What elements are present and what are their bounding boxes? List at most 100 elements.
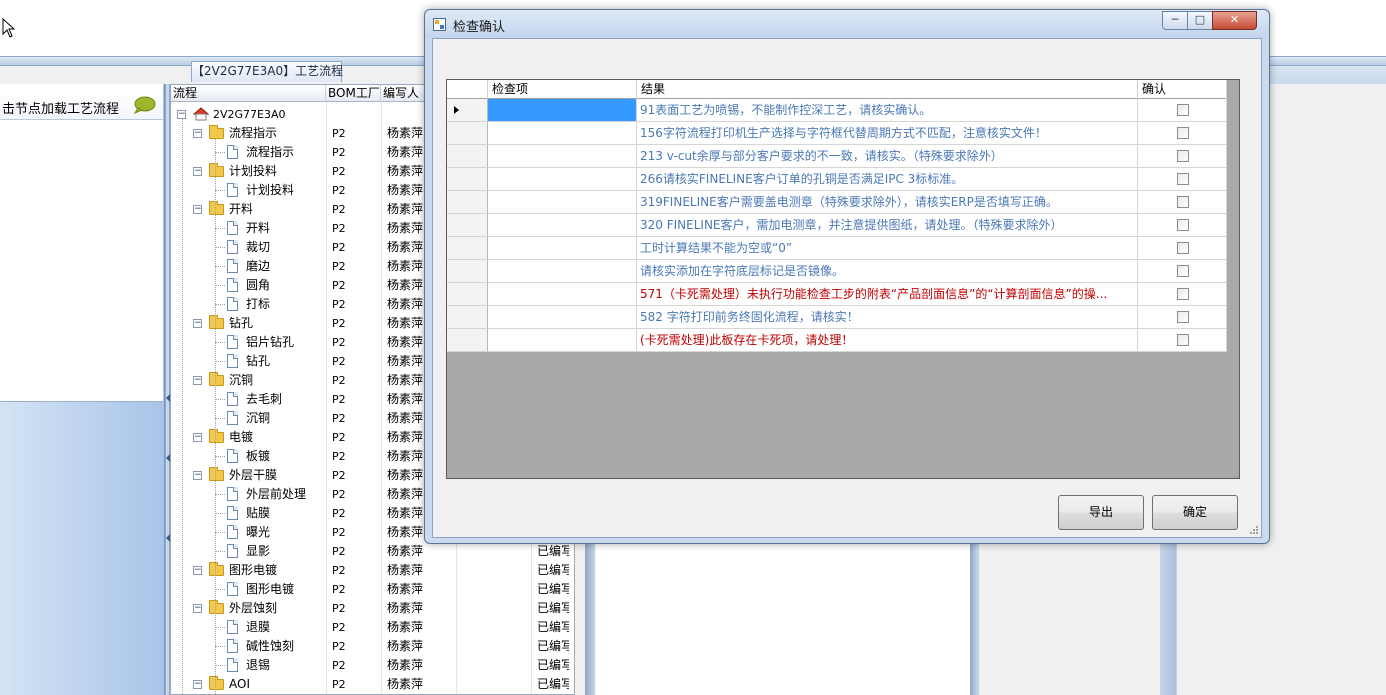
bom-factory-cell: P2 [332, 621, 346, 634]
tree-group-row[interactable]: − AOI P2 杨素萍 已编写 [171, 675, 574, 694]
check-item-cell[interactable] [488, 237, 637, 260]
check-row[interactable]: 319FINELINE客户需要盖电测章（特殊要求除外），请核实ERP是否填写正确… [447, 191, 1227, 214]
check-item-cell[interactable] [488, 329, 637, 352]
tree-step-row[interactable]: 碱性蚀刻 P2 杨素萍 已编写 [171, 637, 574, 656]
confirm-checkbox[interactable] [1177, 242, 1189, 254]
result-cell[interactable]: 213 v-cut余厚与部分客户要求的不一致，请核实。（特殊要求除外） [637, 145, 1138, 168]
check-item-cell[interactable] [488, 145, 637, 168]
resize-grip-icon[interactable] [1249, 525, 1259, 535]
check-item-cell[interactable] [488, 168, 637, 191]
result-cell[interactable]: 319FINELINE客户需要盖电测章（特殊要求除外），请核实ERP是否填写正确… [637, 191, 1138, 214]
result-cell[interactable]: 请核实添加在字符底层标记是否镜像。 [637, 260, 1138, 283]
result-cell[interactable]: 91表面工艺为喷锡，不能制作控深工艺，请核实确认。 [637, 99, 1138, 122]
check-row[interactable]: 213 v-cut余厚与部分客户要求的不一致，请核实。（特殊要求除外） [447, 145, 1227, 168]
check-results-grid[interactable]: 检查项 结果 确认 91表面工艺为喷锡，不能制作控深工艺，请核实确认。 156字符… [446, 79, 1240, 479]
check-row[interactable]: 266请核实FINELINE客户订单的孔铜是否满足IPC 3标标准。 [447, 168, 1227, 191]
collapse-icon[interactable]: − [193, 471, 202, 480]
check-row[interactable]: 571（卡死需处理）未执行功能检查工步的附表“产品剖面信息”的“计算剖面信息”的… [447, 283, 1227, 306]
row-header[interactable] [447, 283, 488, 306]
collapse-icon[interactable]: − [193, 433, 202, 442]
confirm-checkbox[interactable] [1177, 127, 1189, 139]
row-header[interactable] [447, 99, 488, 122]
bom-factory-cell: P2 [332, 279, 346, 292]
result-cell[interactable]: (卡死需处理)此板存在卡死项，请处理！ [637, 329, 1138, 352]
check-row[interactable]: 582 字符打印前务终固化流程，请核实！ [447, 306, 1227, 329]
column-header-bom-factory[interactable]: BOM工厂 [326, 85, 381, 102]
check-item-cell[interactable] [488, 191, 637, 214]
export-button[interactable]: 导出 [1058, 495, 1144, 530]
check-item-cell[interactable] [488, 306, 637, 329]
tree-node-label: 钻孔 [246, 354, 271, 368]
tree-group-row[interactable]: − 外层蚀刻 P2 杨素萍 已编写 [171, 599, 574, 618]
dialog-title-bar[interactable]: 检查确认 ─ □ ✕ [425, 10, 1269, 38]
tree-group-row[interactable]: − 图形电镀 P2 杨素萍 已编写 [171, 561, 574, 580]
confirm-cell [1138, 329, 1227, 352]
check-row[interactable]: (卡死需处理)此板存在卡死项，请处理！ [447, 329, 1227, 352]
confirm-checkbox[interactable] [1177, 311, 1189, 323]
tree-step-row[interactable]: 图形电镀 P2 杨素萍 已编写 [171, 580, 574, 599]
collapse-icon[interactable]: − [193, 129, 202, 138]
row-header[interactable] [447, 329, 488, 352]
tree-step-row[interactable]: 显影 P2 杨素萍 已编写 [171, 542, 574, 561]
row-header[interactable] [447, 306, 488, 329]
check-row[interactable]: 工时计算结果不能为空或“0” [447, 237, 1227, 260]
tree-step-row[interactable]: 退膜 P2 杨素萍 已编写 [171, 618, 574, 637]
ok-button[interactable]: 确定 [1152, 495, 1238, 530]
process-flow-tab[interactable]: 【2V2G77E3A0】工艺流程 [191, 61, 343, 82]
check-item-cell[interactable] [488, 122, 637, 145]
collapse-icon[interactable]: − [193, 167, 202, 176]
close-button[interactable]: ✕ [1212, 11, 1257, 30]
folder-icon [209, 201, 224, 215]
result-cell[interactable]: 582 字符打印前务终固化流程，请核实！ [637, 306, 1138, 329]
result-cell[interactable]: 266请核实FINELINE客户订单的孔铜是否满足IPC 3标标准。 [637, 168, 1138, 191]
current-row-arrow-icon [454, 106, 459, 114]
check-item-cell[interactable] [488, 99, 637, 122]
check-row[interactable]: 91表面工艺为喷锡，不能制作控深工艺，请核实确认。 [447, 99, 1227, 122]
confirm-checkbox[interactable] [1177, 173, 1189, 185]
result-cell[interactable]: 320 FINELINE客户，需加电测章，并注意提供图纸，请处理。（特殊要求除外… [637, 214, 1138, 237]
author-cell: 杨素萍 [387, 620, 424, 634]
column-header-confirm[interactable]: 确认 [1138, 80, 1227, 99]
confirm-checkbox[interactable] [1177, 288, 1189, 300]
confirm-checkbox[interactable] [1177, 104, 1189, 116]
maximize-button[interactable]: □ [1187, 11, 1213, 30]
confirm-checkbox[interactable] [1177, 334, 1189, 346]
minimize-button[interactable]: ─ [1162, 11, 1188, 30]
check-row[interactable]: 156字符流程打印机生产选择与字符框代替周期方式不匹配，注意核实文件！ [447, 122, 1227, 145]
row-header[interactable] [447, 214, 488, 237]
collapse-icon[interactable]: − [177, 110, 186, 119]
row-header[interactable] [447, 168, 488, 191]
result-cell[interactable]: 工时计算结果不能为空或“0” [637, 237, 1138, 260]
confirm-checkbox[interactable] [1177, 219, 1189, 231]
collapse-icon[interactable]: − [193, 680, 202, 689]
row-header[interactable] [447, 122, 488, 145]
column-header-flow[interactable]: 流程 [171, 85, 326, 102]
column-header-result[interactable]: 结果 [637, 80, 1138, 99]
confirm-checkbox[interactable] [1177, 196, 1189, 208]
check-row[interactable]: 320 FINELINE客户，需加电测章，并注意提供图纸，请处理。（特殊要求除外… [447, 214, 1227, 237]
check-item-cell[interactable] [488, 283, 637, 306]
result-cell[interactable]: 156字符流程打印机生产选择与字符框代替周期方式不匹配，注意核实文件！ [637, 122, 1138, 145]
collapse-icon[interactable]: − [193, 604, 202, 613]
tree-step-row[interactable]: 退锡 P2 杨素萍 已编写 [171, 656, 574, 675]
splitter-bar[interactable] [585, 540, 595, 695]
result-cell[interactable]: 571（卡死需处理）未执行功能检查工步的附表“产品剖面信息”的“计算剖面信息”的… [637, 283, 1138, 306]
column-header-check-item[interactable]: 检查项 [488, 80, 637, 99]
row-header[interactable] [447, 191, 488, 214]
confirm-checkbox[interactable] [1177, 265, 1189, 277]
check-item-cell[interactable] [488, 214, 637, 237]
row-header[interactable] [447, 237, 488, 260]
confirm-checkbox[interactable] [1177, 150, 1189, 162]
collapse-icon[interactable]: − [193, 205, 202, 214]
row-header[interactable] [447, 145, 488, 168]
document-icon [227, 335, 238, 349]
collapse-icon[interactable]: − [193, 376, 202, 385]
check-item-cell[interactable] [488, 260, 637, 283]
detail-panel [596, 540, 972, 695]
row-header[interactable] [447, 260, 488, 283]
check-row[interactable]: 请核实添加在字符底层标记是否镜像。 [447, 260, 1227, 283]
collapse-icon[interactable]: − [193, 319, 202, 328]
load-process-hint[interactable]: 击节点加载工艺流程 [0, 92, 163, 120]
splitter-bar[interactable] [970, 540, 978, 695]
collapse-icon[interactable]: − [193, 566, 202, 575]
